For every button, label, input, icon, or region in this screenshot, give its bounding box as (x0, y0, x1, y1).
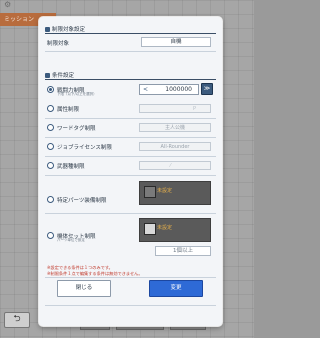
radio-specific-parts[interactable] (47, 196, 54, 203)
divider (45, 213, 216, 214)
divider (45, 137, 216, 138)
confirm-button[interactable]: 変更 (149, 280, 203, 297)
condition-label: 属性制限 (57, 107, 80, 113)
divider (45, 305, 216, 306)
radio-unit-set[interactable] (47, 232, 54, 239)
condition-label: ジョブライセンス制限 (57, 145, 112, 151)
section-icon (45, 72, 50, 78)
condition-sub-label: パーツ単位で設定 (57, 238, 85, 242)
conditions-section-title: 条件設定 (45, 71, 74, 79)
power-value-input[interactable]: < 1000000 (139, 84, 199, 95)
slot-status: 未設定 (157, 188, 173, 194)
condition-sub-label: 下限（以下/以上を選択） (57, 92, 97, 96)
section-icon (45, 26, 50, 32)
condition-row-weapon-type[interactable]: 武器種制限 ⁄ (45, 161, 216, 172)
chevron-double-icon[interactable]: ≫ (201, 83, 213, 95)
close-button[interactable]: 閉じる (57, 280, 111, 297)
condition-label: 特定パーツ装備制限 (57, 198, 107, 204)
condition-label: 武器種制限 (57, 164, 85, 170)
radio-weapon-type[interactable] (47, 162, 54, 169)
attribute-icon: P (192, 106, 196, 112)
condition-settings-modal: 制限対象設定 制限対象 自機 条件設定 戦闘力制限 下限（以下/以上を選択） <… (39, 17, 222, 326)
target-field-label: 制限対象 (47, 41, 70, 47)
radio-word-tag[interactable] (47, 124, 54, 131)
gear-icon: ⚙ (4, 0, 12, 9)
target-section-title: 制限対象設定 (45, 25, 85, 33)
radio-attribute[interactable] (47, 105, 54, 112)
condition-row-power[interactable]: 戦闘力制限 下限（以下/以上を選択） < 1000000 ≫ (45, 83, 216, 96)
back-button: ⮌ (4, 312, 30, 328)
specific-parts-slot[interactable]: 未設定 (139, 181, 211, 205)
condition-row-attribute[interactable]: 属性制限 P (45, 104, 216, 115)
unit-set-count-input[interactable]: 1個以上 (155, 246, 211, 256)
condition-row-word-tag[interactable]: ワードタグ制限 主人公機 (45, 123, 216, 134)
condition-row-job-license[interactable]: ジョブライセンス制限 All-Rounder (45, 142, 216, 153)
unit-set-slot[interactable]: 未設定 (139, 218, 211, 242)
divider (45, 118, 216, 119)
target-section-title-text: 制限対象設定 (52, 27, 86, 33)
unit-icon (144, 223, 156, 235)
divider (45, 51, 216, 52)
radio-power[interactable] (47, 86, 54, 93)
condition-label: ワードタグ制限 (57, 126, 96, 132)
job-license-input[interactable]: All-Rounder (139, 142, 211, 151)
radio-job-license[interactable] (47, 143, 54, 150)
divider (45, 156, 216, 157)
part-icon (144, 186, 156, 198)
power-value: 1000000 (165, 86, 192, 93)
divider (45, 175, 216, 176)
divider (45, 79, 216, 80)
sword-icon: ⁄ (170, 163, 171, 169)
conditions-section-title-text: 条件設定 (52, 73, 75, 79)
divider (45, 33, 216, 34)
slot-status: 未設定 (157, 225, 173, 231)
divider (45, 277, 216, 278)
word-tag-input[interactable]: 主人公機 (139, 123, 211, 132)
weapon-type-input[interactable]: ⁄ (139, 161, 211, 170)
attribute-input[interactable]: P (139, 104, 211, 113)
comparator-indicator: < (143, 86, 149, 93)
target-field-value[interactable]: 自機 (141, 37, 211, 47)
